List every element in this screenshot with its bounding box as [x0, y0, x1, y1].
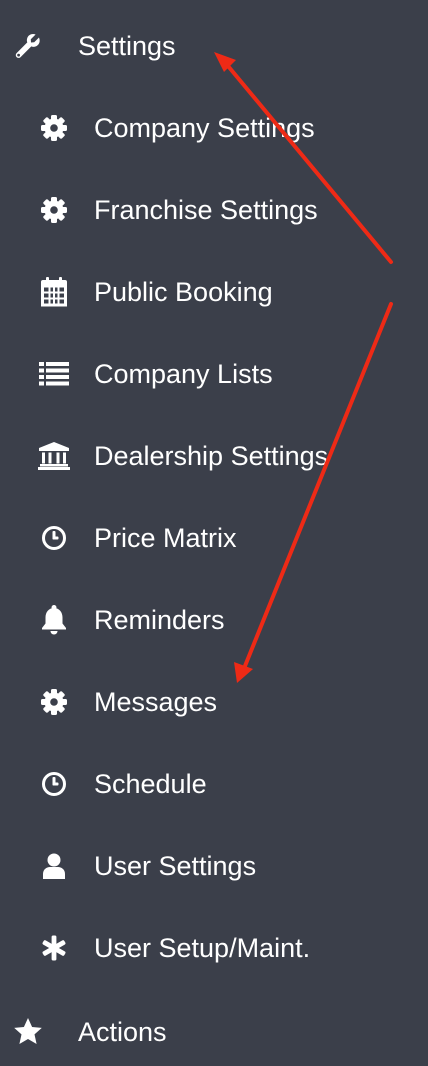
nav-item-schedule[interactable]: Schedule — [0, 754, 428, 814]
nav-item-label: Reminders — [94, 604, 225, 635]
wrench-icon — [12, 30, 44, 62]
nav-item-label: User Settings — [94, 850, 257, 881]
nav-item-reminders[interactable]: Reminders — [0, 590, 428, 650]
nav-item-franchise-settings[interactable]: Franchise Settings — [0, 180, 428, 240]
nav-item-public-booking[interactable]: Public Booking — [0, 262, 428, 322]
nav-item-price-matrix[interactable]: Price Matrix — [0, 508, 428, 568]
nav-item-actions[interactable]: Actions — [0, 1002, 428, 1062]
nav-item-label: Actions — [78, 1016, 167, 1047]
settings-sidebar-menu: Settings Company Settings Franchise Sett… — [0, 0, 428, 1066]
gear-icon — [38, 686, 70, 718]
nav-item-settings[interactable]: Settings — [0, 16, 428, 76]
nav-item-messages[interactable]: Messages — [0, 672, 428, 732]
nav-item-user-setup-maint[interactable]: User Setup/Maint. — [0, 918, 428, 978]
nav-item-label: Public Booking — [94, 276, 273, 307]
asterisk-icon — [38, 932, 70, 964]
nav-item-label: Dealership Settings — [94, 440, 329, 471]
nav-item-user-settings[interactable]: User Settings — [0, 836, 428, 896]
nav-item-label: Company Settings — [94, 112, 315, 143]
nav-item-label: Company Lists — [94, 358, 273, 389]
nav-item-label: Messages — [94, 686, 218, 717]
star-icon — [12, 1016, 44, 1048]
user-icon — [38, 850, 70, 882]
nav-item-company-settings[interactable]: Company Settings — [0, 98, 428, 158]
gear-icon — [38, 194, 70, 226]
gear-icon — [38, 112, 70, 144]
nav-item-label: User Setup/Maint. — [94, 932, 311, 963]
nav-item-label: Settings — [78, 30, 176, 61]
clock-icon — [38, 768, 70, 800]
nav-item-label: Price Matrix — [94, 522, 237, 553]
nav-item-label: Franchise Settings — [94, 194, 318, 225]
list-icon — [38, 358, 70, 390]
nav-item-dealership-settings[interactable]: Dealership Settings — [0, 426, 428, 486]
nav-item-company-lists[interactable]: Company Lists — [0, 344, 428, 404]
bell-icon — [38, 604, 70, 636]
clock-icon — [38, 522, 70, 554]
nav-item-label: Schedule — [94, 768, 207, 799]
calendar-icon — [38, 276, 70, 308]
bank-icon — [38, 440, 70, 472]
